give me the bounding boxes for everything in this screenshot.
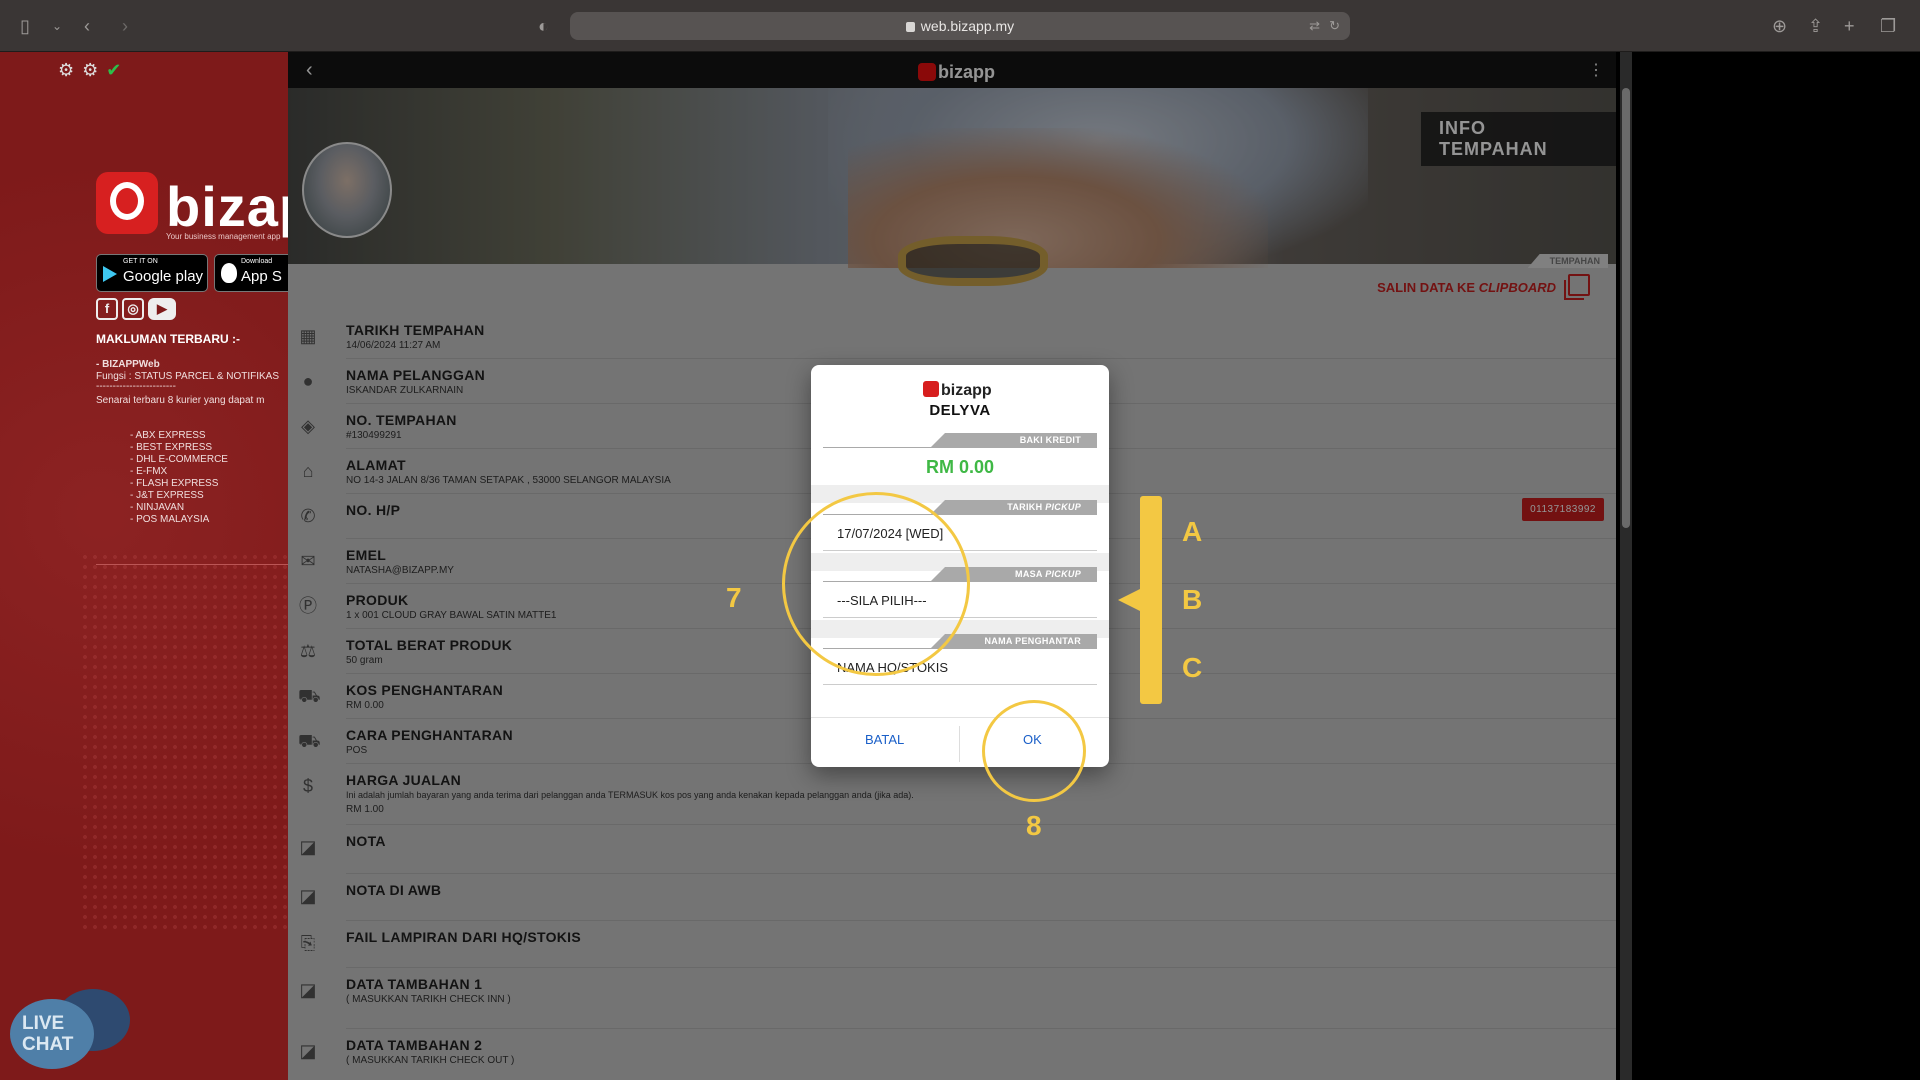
- sidebar-toggle-icon[interactable]: ▯: [20, 16, 30, 36]
- scrollbar[interactable]: [1620, 52, 1632, 1080]
- annotation-number: 8: [1026, 810, 1042, 841]
- world-map-dots: [80, 552, 288, 932]
- new-tab-icon[interactable]: +: [1844, 16, 1855, 36]
- app-store-badge[interactable]: Download App S: [214, 254, 288, 292]
- forward-icon[interactable]: ›: [122, 16, 128, 36]
- annotation-number: 7: [726, 582, 742, 613]
- bizapp-logo-text: bizapp: [166, 175, 288, 238]
- gear-icon[interactable]: ⚙: [82, 60, 106, 80]
- logo-tagline: Your business management app: [166, 232, 281, 241]
- live-chat-button[interactable]: LIVE CHAT: [8, 985, 130, 1075]
- divider: [96, 564, 288, 565]
- courier-item: - J&T EXPRESS: [130, 490, 204, 501]
- announcement-line: - BIZAPPWeb: [96, 359, 160, 370]
- lock-icon: [905, 22, 915, 32]
- announcement-line: ------------------------: [96, 381, 176, 392]
- courier-item: - FLASH EXPRESS: [130, 478, 219, 489]
- translate-icon[interactable]: ⇄: [1309, 16, 1320, 36]
- bizapp-logo-icon: [96, 172, 158, 234]
- facebook-icon[interactable]: f: [96, 298, 118, 320]
- browser-toolbar: ▯ ⌄ ‹ › ◐ web.bizapp.my ⇄ ↻ ⊕ ⇪ + ❐: [0, 0, 1920, 52]
- chevron-down-icon[interactable]: ⌄: [52, 16, 62, 36]
- annotation-circle-step-8: [982, 700, 1086, 802]
- courier-item: - POS MALAYSIA: [130, 514, 210, 525]
- credit-section-header: BAKI KREDIT: [823, 433, 1097, 448]
- annotation-arrow-icon: [1118, 588, 1142, 612]
- cancel-button[interactable]: BATAL: [865, 732, 904, 747]
- play-store-icon: [103, 266, 117, 282]
- shield-icon[interactable]: ◐: [538, 16, 549, 36]
- announcement-line: Senarai terbaru 8 kurier yang dapat m: [96, 395, 265, 406]
- dialog-title: DELYVA: [929, 402, 991, 419]
- annotation-letter: B: [1182, 584, 1203, 615]
- instagram-icon[interactable]: ◎: [122, 298, 144, 320]
- url-text: web.bizapp.my: [920, 18, 1015, 34]
- youtube-icon[interactable]: ▶: [148, 298, 176, 320]
- annotation-bracket: [1140, 496, 1162, 704]
- announcement-title: MAKLUMAN TERBARU :-: [96, 332, 240, 346]
- annotation-letter: A: [1182, 516, 1203, 547]
- address-bar[interactable]: web.bizapp.my ⇄ ↻: [570, 12, 1350, 40]
- annotation-letter: C: [1182, 652, 1203, 683]
- share-icon[interactable]: ⇪: [1808, 16, 1823, 36]
- annotation-circle-step-7: [782, 492, 970, 676]
- scrollbar-thumb[interactable]: [1622, 88, 1630, 528]
- credit-balance: RM 0.00: [925, 457, 995, 477]
- courier-item: - ABX EXPRESS: [130, 430, 206, 441]
- courier-list: - ABX EXPRESS - BEST EXPRESS - DHL E-COM…: [130, 430, 228, 526]
- google-play-badge[interactable]: GET IT ON Google play: [96, 254, 208, 292]
- back-icon[interactable]: ‹: [84, 16, 90, 36]
- courier-item: - NINJAVAN: [130, 502, 185, 513]
- check-icon: ✔: [106, 60, 130, 80]
- left-info-panel: ⚙⚙✔ bizapp Your business management app …: [0, 52, 288, 1080]
- courier-item: - E-FMX: [130, 466, 168, 477]
- tab-overview-icon[interactable]: ❐: [1880, 16, 1896, 36]
- reload-icon[interactable]: ↻: [1329, 16, 1340, 36]
- dialog-logo: bizapp: [923, 379, 992, 400]
- courier-item: - BEST EXPRESS: [130, 442, 213, 453]
- courier-item: - DHL E-COMMERCE: [130, 454, 228, 465]
- download-icon[interactable]: ⊕: [1772, 16, 1787, 36]
- apple-icon: [221, 263, 237, 283]
- gear-icon[interactable]: ⚙: [58, 60, 82, 80]
